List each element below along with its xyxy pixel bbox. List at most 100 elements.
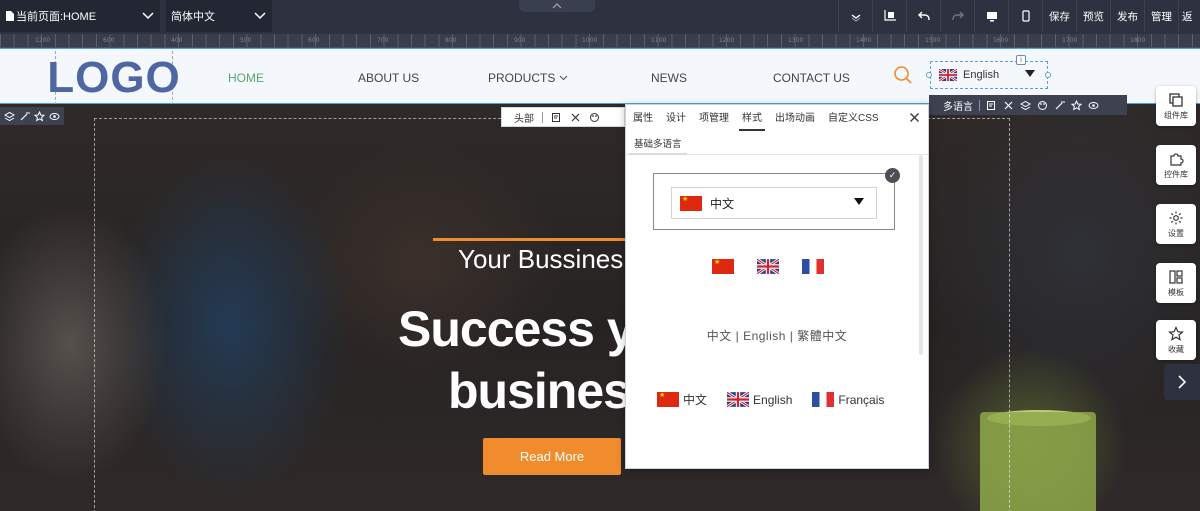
multilang-toolbar: 多语言 [929, 95, 1127, 115]
style-panel: 属性 设计 项管理 样式 出场动画 自定义CSS 基础多语言 中文 ✓ 中文 |… [625, 104, 929, 469]
settings-label: 设置 [1168, 228, 1184, 238]
lang-item-chinese: 中文 [657, 391, 707, 408]
ruler-labels: 1200 600 400 500 600 700 800 900 1000 11… [0, 37, 1200, 47]
widget-library-label: 控件库 [1164, 169, 1188, 179]
widget-library-button[interactable]: 控件库 [1156, 145, 1196, 185]
star-icon[interactable] [34, 110, 45, 122]
read-more-button[interactable]: Read More [483, 438, 621, 475]
uk-flag-icon [939, 69, 957, 81]
ruler-tick: 400 [171, 37, 183, 44]
lang-item-label: English [753, 392, 793, 407]
subtab-basic-multilang[interactable]: 基础多语言 [629, 135, 687, 155]
settings-button[interactable]: 设置 [1156, 204, 1196, 244]
header-toolbar-label: 头部 [514, 113, 534, 125]
nav-news[interactable]: NEWS [651, 71, 687, 85]
page-select-label: 当前页面:HOME [16, 11, 97, 23]
china-flag-icon [680, 195, 702, 211]
component-library-button[interactable]: 组件库 [1156, 86, 1196, 126]
panel-subtabs: 基础多语言 [626, 133, 928, 155]
lang-item-english: English [727, 391, 792, 408]
site-logo[interactable]: LOGO [47, 51, 180, 105]
ruler-tick: 1200 [719, 37, 735, 44]
publish-button[interactable]: 发布 [1110, 0, 1144, 32]
redo-icon [951, 11, 964, 20]
tab-properties[interactable]: 属性 [633, 105, 653, 131]
ruler-tick: 900 [514, 37, 526, 44]
palette-icon[interactable] [589, 112, 600, 123]
templates-button[interactable]: 模板 [1156, 263, 1196, 303]
collapse-topbar-tab[interactable] [519, 0, 595, 12]
collapse-button[interactable] [838, 0, 872, 32]
ruler-tick: 600 [308, 37, 320, 44]
topbar-actions: 保存 预览 发布 管理 返 [838, 0, 1200, 32]
style-option-text[interactable]: 中文 | English | 繁體中文 [626, 327, 928, 344]
nav-about-us[interactable]: ABOUT US [358, 71, 419, 85]
hero-title-line2: busines [448, 363, 631, 419]
resize-handle-right[interactable] [1045, 72, 1051, 78]
search-icon[interactable] [893, 65, 913, 85]
chevron-right-icon [1178, 375, 1187, 389]
nav-contact-us[interactable]: CONTACT US [773, 71, 850, 85]
resize-handle-left[interactable] [926, 72, 932, 78]
palette-icon[interactable] [1037, 100, 1048, 111]
desktop-view-button[interactable] [974, 0, 1008, 32]
nav-home[interactable]: HOME [228, 71, 264, 85]
tab-style[interactable]: 样式 [739, 105, 765, 131]
magic-wand-icon[interactable] [1054, 100, 1065, 111]
chevron-down-icon [559, 75, 568, 81]
tab-design[interactable]: 设计 [666, 105, 686, 131]
redo-button[interactable] [940, 0, 974, 32]
style-option-flags[interactable] [712, 258, 824, 274]
page-select[interactable]: 当前页面:HOME [0, 0, 160, 32]
magic-wand-icon[interactable] [19, 111, 30, 122]
close-icon[interactable] [909, 112, 920, 123]
chevron-down-icon [142, 12, 154, 20]
layers-icon[interactable] [4, 111, 15, 122]
preview-button[interactable]: 预览 [1076, 0, 1110, 32]
panel-scrollbar[interactable] [919, 155, 923, 355]
template-icon [1169, 269, 1183, 284]
nav-products[interactable]: PRODUCTS [488, 71, 568, 85]
style-option-flags-text[interactable]: 中文 English Français [657, 391, 884, 408]
more-button[interactable]: 返 [1178, 0, 1200, 32]
nav-products-label: PRODUCTS [488, 71, 556, 85]
edit-doc-icon[interactable] [551, 112, 562, 123]
undo-button[interactable] [906, 0, 940, 32]
layers-icon[interactable] [1020, 100, 1031, 111]
language-switcher[interactable]: English [930, 61, 1048, 89]
star-icon[interactable] [1071, 99, 1082, 111]
tab-custom-css[interactable]: 自定义CSS [828, 105, 879, 131]
fit-screen-button[interactable] [872, 0, 906, 32]
multilang-toolbar-label: 多语言 [943, 101, 973, 113]
lang-item-label: 中文 [683, 393, 708, 407]
tools-icon[interactable] [1003, 100, 1014, 111]
dropdown-preview-label: 中文 [710, 196, 735, 211]
tab-entrance-animation[interactable]: 出场动画 [775, 105, 815, 131]
manage-button[interactable]: 管理 [1144, 0, 1178, 32]
save-button[interactable]: 保存 [1042, 0, 1076, 32]
language-select[interactable]: 简体中文 [166, 0, 272, 32]
style-option-dropdown[interactable]: 中文 [653, 173, 895, 230]
hero-subtitle: Your Bussines [458, 244, 624, 274]
tab-item-management[interactable]: 项管理 [699, 105, 729, 131]
uk-flag-icon [727, 392, 750, 407]
star-icon [1168, 325, 1184, 341]
info-badge-icon[interactable]: i [1016, 55, 1026, 65]
edit-doc-icon[interactable] [986, 100, 997, 111]
component-library-icon [1169, 92, 1183, 107]
eye-icon[interactable] [1088, 100, 1099, 111]
hero-banner[interactable]: Your Bussines Success y busines Read Mor… [0, 104, 1200, 511]
ruler-tick: 600 [103, 37, 115, 44]
tools-icon[interactable] [570, 112, 581, 123]
header-toolbar: 头部 [501, 107, 625, 127]
mobile-view-button[interactable] [1008, 0, 1042, 32]
france-flag-icon [802, 259, 824, 274]
panel-tabs: 属性 设计 项管理 样式 出场动画 自定义CSS [626, 105, 928, 131]
favorites-button[interactable]: 收藏 [1156, 320, 1196, 360]
sidebar-next-button[interactable] [1164, 364, 1200, 400]
eye-icon[interactable] [49, 111, 60, 122]
editor-topbar: 当前页面:HOME 简体中文 保存 预览 发布 管理 返 [0, 0, 1200, 34]
hero-title-line1: Success y [398, 301, 635, 357]
china-flag-icon [657, 391, 679, 407]
language-select-label: 简体中文 [171, 11, 215, 23]
